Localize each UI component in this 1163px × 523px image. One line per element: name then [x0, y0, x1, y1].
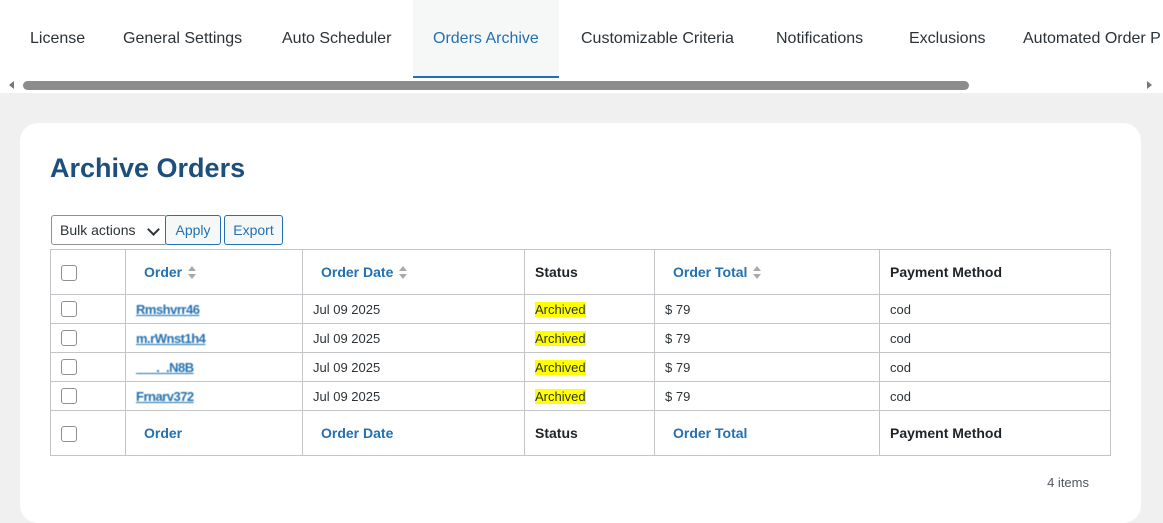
order-date: Jul 09 2025 — [302, 323, 525, 353]
table-footer-row: Order Order Date Status Order Total Paym… — [50, 410, 1111, 456]
export-button[interactable]: Export — [224, 215, 283, 245]
sort-icon[interactable] — [399, 266, 408, 280]
column-order-date[interactable]: Order Date — [302, 249, 525, 295]
table-row: ___._.N8B Jul 09 2025 Archived $ 79 cod — [50, 352, 1111, 382]
order-link[interactable]: Rmshvrr46 — [136, 302, 200, 317]
table-row: Frnarv372 Jul 09 2025 Archived $ 79 cod — [50, 381, 1111, 411]
payment-method: cod — [879, 381, 1111, 411]
sort-icon[interactable] — [753, 266, 762, 280]
scroll-left-arrow-icon[interactable] — [9, 81, 14, 89]
sort-icon[interactable] — [188, 266, 197, 280]
row-checkbox[interactable] — [61, 359, 77, 376]
status-badge: Archived — [535, 301, 586, 317]
column-order-total[interactable]: Order Total — [654, 410, 880, 456]
bulk-actions-select[interactable]: Bulk actions — [51, 215, 167, 245]
row-checkbox[interactable] — [61, 301, 77, 318]
settings-tab-bar: License General Settings Auto Scheduler … — [0, 0, 1163, 78]
tab-license[interactable]: License — [30, 0, 85, 78]
tab-customizable-criteria[interactable]: Customizable Criteria — [581, 0, 734, 78]
order-date: Jul 09 2025 — [302, 381, 525, 411]
table-row: Rmshvrr46 Jul 09 2025 Archived $ 79 cod — [50, 294, 1111, 324]
order-total: $ 79 — [654, 323, 880, 353]
tab-auto-scheduler[interactable]: Auto Scheduler — [282, 0, 391, 78]
scroll-right-arrow-icon[interactable] — [1147, 81, 1152, 89]
column-order[interactable]: Order — [125, 249, 303, 295]
bulk-actions-label: Bulk actions — [60, 222, 136, 238]
order-link[interactable]: Frnarv372 — [136, 389, 194, 404]
row-checkbox[interactable] — [61, 388, 77, 405]
tab-exclusions[interactable]: Exclusions — [909, 0, 985, 78]
column-order-total[interactable]: Order Total — [654, 249, 880, 295]
payment-method: cod — [879, 323, 1111, 353]
select-all-checkbox[interactable] — [61, 264, 77, 281]
column-payment-method: Payment Method — [879, 249, 1111, 295]
order-total: $ 79 — [654, 294, 880, 324]
column-order-date[interactable]: Order Date — [302, 410, 525, 456]
column-status: Status — [524, 249, 655, 295]
page-title: Archive Orders — [50, 153, 246, 183]
chevron-down-icon — [147, 223, 160, 236]
scroll-thumb[interactable] — [23, 81, 969, 90]
table-header-row: Order Order Date Status Order Total Paym… — [50, 249, 1111, 295]
column-status: Status — [524, 410, 655, 456]
row-checkbox[interactable] — [61, 330, 77, 347]
column-payment-method: Payment Method — [879, 410, 1111, 456]
apply-button[interactable]: Apply — [165, 215, 221, 245]
status-badge: Archived — [535, 359, 586, 375]
table-row: m.rWnst1h4 Jul 09 2025 Archived $ 79 cod — [50, 323, 1111, 353]
order-total: $ 79 — [654, 352, 880, 382]
tab-general-settings[interactable]: General Settings — [123, 0, 242, 78]
status-badge: Archived — [535, 330, 586, 346]
orders-table: Order Order Date Status Order Total Paym… — [50, 249, 1111, 456]
tab-notifications[interactable]: Notifications — [776, 0, 863, 78]
order-link[interactable]: m.rWnst1h4 — [136, 331, 206, 346]
payment-method: cod — [879, 352, 1111, 382]
status-badge: Archived — [535, 388, 586, 404]
tab-orders-archive[interactable]: Orders Archive — [413, 0, 559, 78]
column-order[interactable]: Order — [125, 410, 303, 456]
order-total: $ 79 — [654, 381, 880, 411]
scroll-track[interactable] — [19, 79, 1147, 92]
select-all-cell — [50, 249, 126, 295]
payment-method: cod — [879, 294, 1111, 324]
select-all-checkbox[interactable] — [61, 425, 77, 442]
archive-orders-card: Archive Orders Bulk actions Apply Export… — [20, 123, 1141, 523]
tab-bar-scrollbar[interactable] — [0, 78, 1163, 93]
order-date: Jul 09 2025 — [302, 352, 525, 382]
order-link[interactable]: ___._.N8B — [136, 360, 194, 375]
order-date: Jul 09 2025 — [302, 294, 525, 324]
items-count: 4 items — [1047, 475, 1089, 490]
tab-automated-order[interactable]: Automated Order P — [1023, 0, 1161, 78]
